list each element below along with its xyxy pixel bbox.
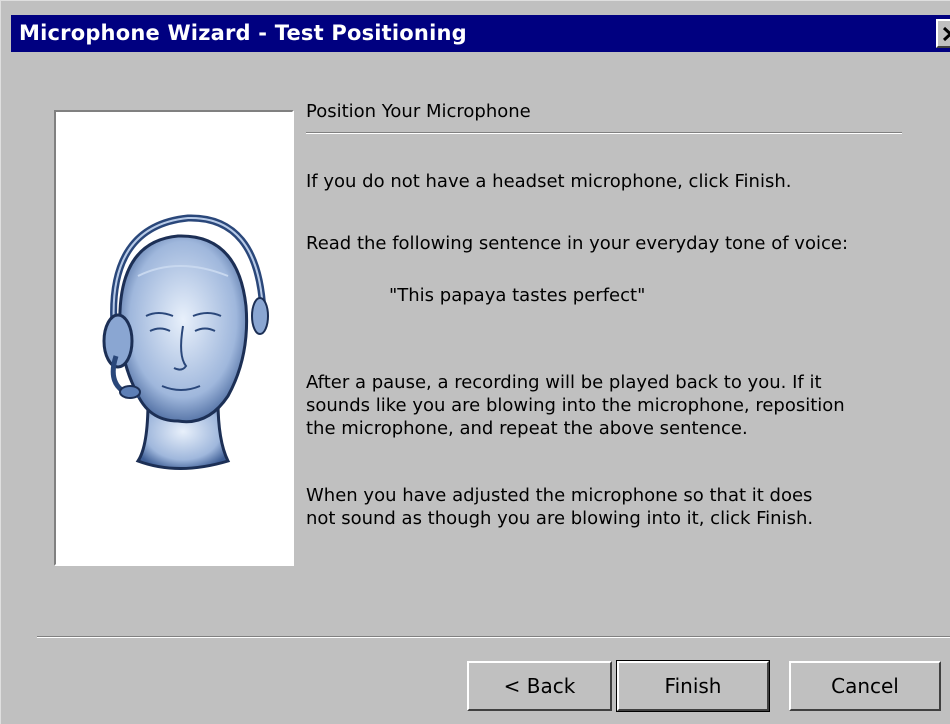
- close-icon: [942, 26, 950, 42]
- instruction-playback: After a pause, a recording will be playe…: [306, 372, 845, 439]
- illustration-panel: [54, 110, 294, 566]
- instruction-no-headset: If you do not have a headset microphone,…: [306, 171, 792, 192]
- close-button[interactable]: [936, 19, 950, 48]
- title-bar[interactable]: Microphone Wizard - Test Positioning: [11, 15, 950, 52]
- instruction-read-sentence: Read the following sentence in your ever…: [306, 233, 849, 254]
- cancel-button[interactable]: Cancel: [789, 661, 941, 711]
- finish-button[interactable]: Finish: [616, 660, 770, 712]
- heading-divider: [306, 132, 902, 134]
- page-heading: Position Your Microphone: [306, 101, 531, 122]
- instruction-finish: When you have adjusted the microphone so…: [306, 485, 814, 529]
- back-button[interactable]: < Back: [467, 661, 612, 711]
- window-title: Microphone Wizard - Test Positioning: [19, 21, 467, 45]
- footer-divider: [37, 636, 950, 638]
- test-sentence: "This papaya tastes perfect": [389, 285, 646, 306]
- headset-head-illustration: [102, 214, 269, 470]
- microphone-wizard-window: Microphone Wizard - Test Positioning Pos…: [0, 0, 950, 724]
